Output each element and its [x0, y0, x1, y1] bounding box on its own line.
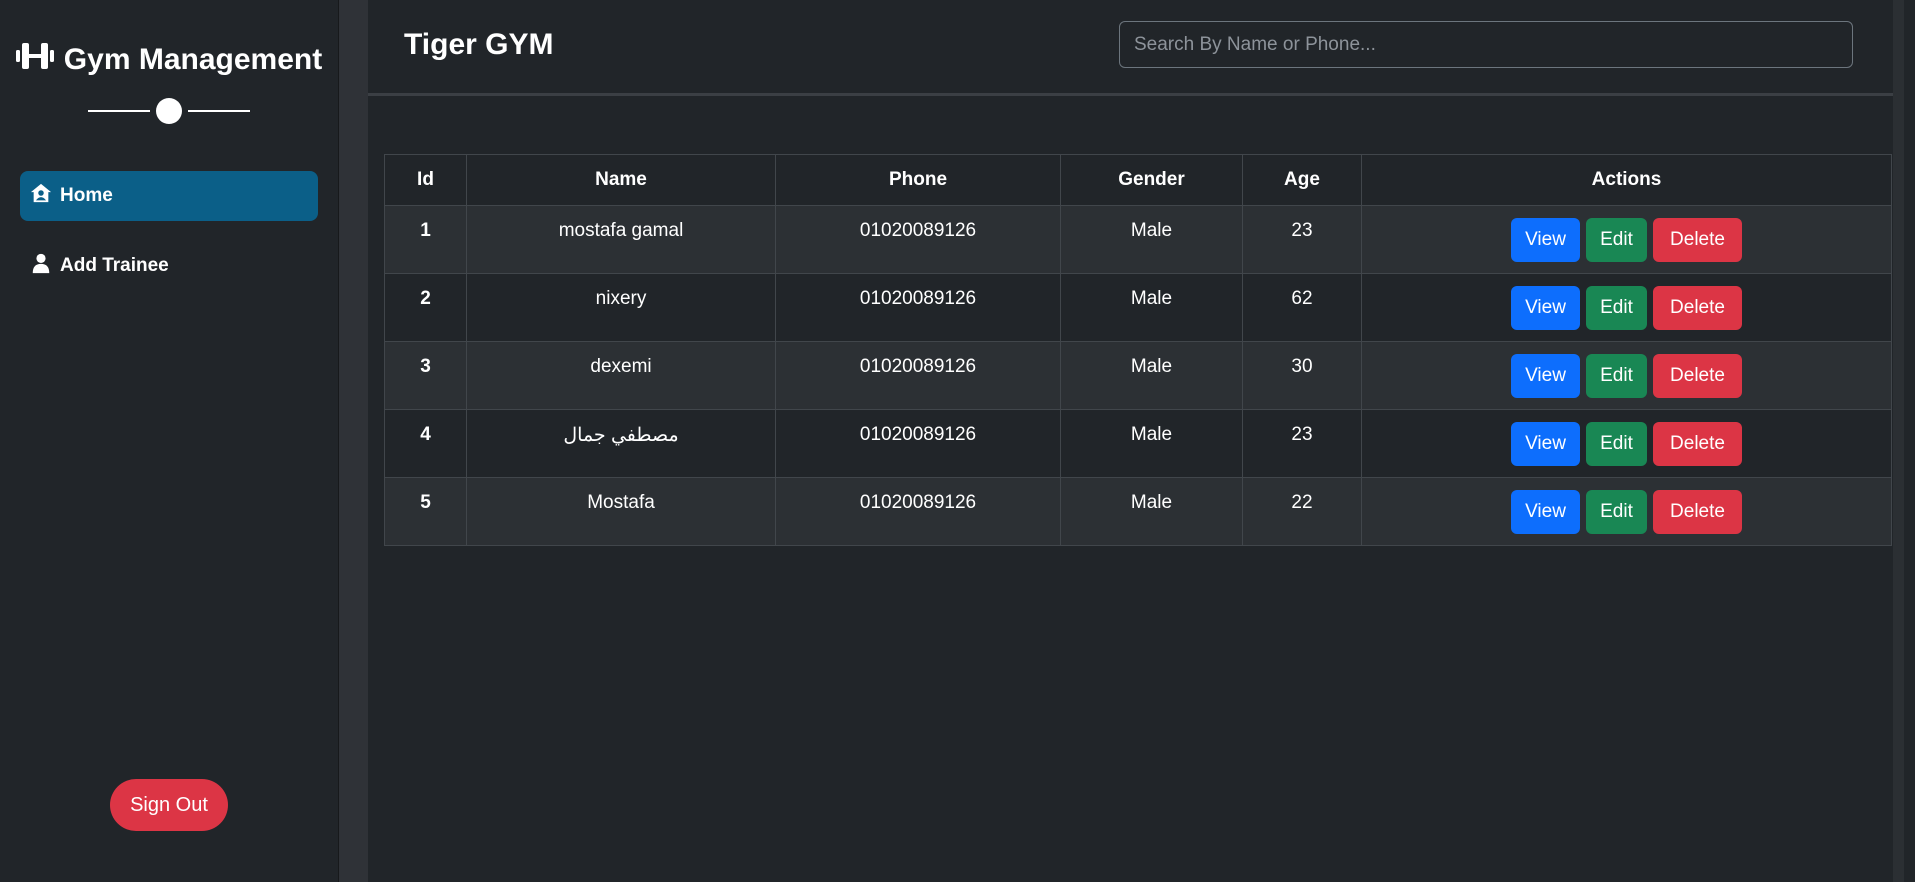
cell-actions: View Edit Delete: [1361, 205, 1892, 274]
column-header-phone: Phone: [775, 154, 1061, 206]
cell-actions: View Edit Delete: [1361, 341, 1892, 410]
column-header-name: Name: [466, 154, 776, 206]
view-button[interactable]: View: [1511, 490, 1580, 534]
sidebar: Gym Management Home Add Trainee Sign Out: [0, 0, 338, 882]
trainees-table: Id Name Phone Gender Age Actions 1 mosta…: [384, 154, 1892, 546]
cell-gender: Male: [1060, 273, 1243, 342]
cell-id: 4: [384, 409, 467, 478]
brand-divider: [88, 98, 250, 124]
column-header-age: Age: [1242, 154, 1362, 206]
table-row: 2 nixery 01020089126 Male 62 View Edit Del…: [384, 273, 1892, 342]
cell-gender: Male: [1060, 341, 1243, 410]
sidebar-item-add-trainee[interactable]: Add Trainee: [20, 241, 318, 291]
dumbbell-icon: [15, 40, 54, 80]
user-icon: [30, 252, 52, 280]
column-header-actions: Actions: [1361, 154, 1892, 206]
sidebar-item-label: Home: [60, 185, 113, 206]
delete-button[interactable]: Delete: [1653, 422, 1742, 466]
cell-phone: 01020089126: [775, 205, 1061, 274]
cell-age: 23: [1242, 409, 1362, 478]
top-bar: Tiger GYM: [368, 0, 1904, 96]
table-header-row: Id Name Phone Gender Age Actions: [384, 154, 1892, 206]
table-row: 5 Mostafa 01020089126 Male 22 View Edit De…: [384, 477, 1892, 546]
sign-out-button[interactable]: Sign Out: [110, 779, 228, 831]
sidebar-item-home[interactable]: Home: [20, 171, 318, 221]
view-button[interactable]: View: [1511, 422, 1580, 466]
delete-button[interactable]: Delete: [1653, 490, 1742, 534]
cell-name: mostafa gamal: [466, 205, 776, 274]
view-button[interactable]: View: [1511, 218, 1580, 262]
cell-gender: Male: [1060, 409, 1243, 478]
cell-name: dexemi: [466, 341, 776, 410]
cell-actions: View Edit Delete: [1361, 477, 1892, 546]
cell-name: مصطفي جمال: [466, 409, 776, 478]
delete-button[interactable]: Delete: [1653, 218, 1742, 262]
column-header-id: Id: [384, 154, 467, 206]
brand-title: Gym Management: [63, 43, 323, 76]
cell-id: 5: [384, 477, 467, 546]
search-input[interactable]: [1119, 21, 1853, 68]
cell-gender: Male: [1060, 205, 1243, 274]
table-row: 1 mostafa gamal 01020089126 Male 23 View…: [384, 205, 1892, 274]
edit-button[interactable]: Edit: [1586, 218, 1647, 262]
cell-actions: View Edit Delete: [1361, 409, 1892, 478]
cell-age: 22: [1242, 477, 1362, 546]
cell-actions: View Edit Delete: [1361, 273, 1892, 342]
brand: Gym Management: [0, 40, 338, 80]
edit-button[interactable]: Edit: [1586, 422, 1647, 466]
edit-button[interactable]: Edit: [1586, 354, 1647, 398]
sidebar-resizer: [338, 0, 368, 882]
page-title: Tiger GYM: [404, 28, 554, 61]
scrollbar-track[interactable]: [1893, 0, 1904, 882]
cell-id: 3: [384, 341, 467, 410]
cell-phone: 01020089126: [775, 341, 1061, 410]
cell-id: 1: [384, 205, 467, 274]
cell-phone: 01020089126: [775, 273, 1061, 342]
table-row: 4 مصطفي جمال 01020089126 Male 23 View Edi…: [384, 409, 1892, 478]
table-row: 3 dexemi 01020089126 Male 30 View Edit Del…: [384, 341, 1892, 410]
cell-gender: Male: [1060, 477, 1243, 546]
column-header-gender: Gender: [1060, 154, 1243, 206]
sidebar-item-label: Add Trainee: [60, 255, 169, 276]
main-content: Tiger GYM Id Name Phone Gender Age Actio…: [368, 0, 1904, 882]
cell-name: Mostafa: [466, 477, 776, 546]
cell-phone: 01020089126: [775, 477, 1061, 546]
cell-id: 2: [384, 273, 467, 342]
delete-button[interactable]: Delete: [1653, 354, 1742, 398]
cell-age: 30: [1242, 341, 1362, 410]
cell-name: nixery: [466, 273, 776, 342]
edit-button[interactable]: Edit: [1586, 490, 1647, 534]
delete-button[interactable]: Delete: [1653, 286, 1742, 330]
view-button[interactable]: View: [1511, 354, 1580, 398]
cell-phone: 01020089126: [775, 409, 1061, 478]
home-user-icon: [30, 182, 52, 210]
cell-age: 62: [1242, 273, 1362, 342]
cell-age: 23: [1242, 205, 1362, 274]
edit-button[interactable]: Edit: [1586, 286, 1647, 330]
view-button[interactable]: View: [1511, 286, 1580, 330]
